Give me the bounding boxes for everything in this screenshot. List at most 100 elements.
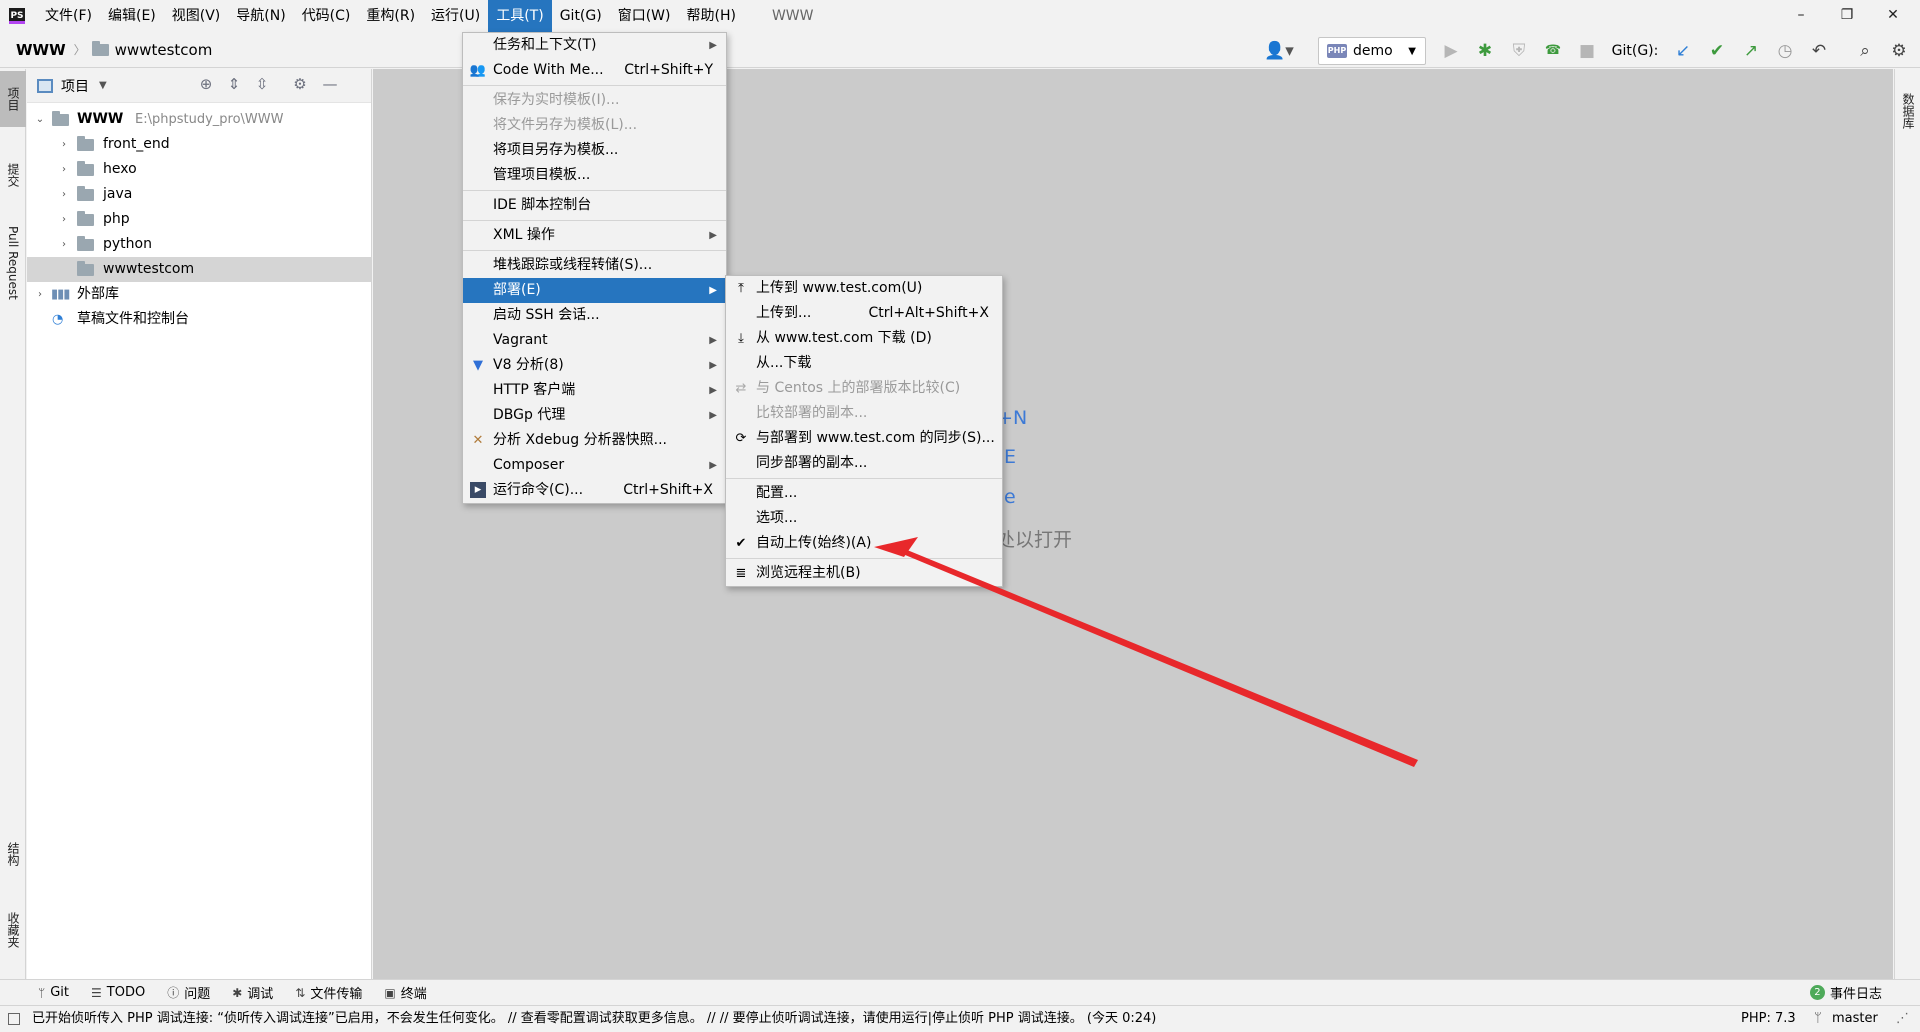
settings-gear-icon[interactable]: ⚙ — [1886, 38, 1912, 64]
tree-folder-row[interactable]: › php — [27, 207, 371, 232]
status-message[interactable]: 已开始侦听传入 PHP 调试连接: “侦听传入调试连接”已启用，不会发生任何变化… — [32, 1006, 1412, 1032]
chevron-right-icon[interactable]: › — [59, 132, 69, 157]
menu-item[interactable]: ≣ 浏览远程主机(B) — [726, 561, 1002, 586]
menu-item[interactable]: 从...下载 — [726, 351, 1002, 376]
menu-item[interactable]: Git(G) — [552, 0, 610, 32]
tab-pull-request[interactable]: Pull Request — [0, 213, 26, 313]
tool-window-button[interactable]: ⓘ 问题 — [167, 983, 210, 1002]
menu-item[interactable]: 重构(R) — [358, 0, 423, 32]
tool-window-button[interactable]: ✱ 调试 — [232, 983, 273, 1003]
menu-item[interactable]: 部署(E) ▶ — [463, 278, 726, 303]
menu-item[interactable]: ⟳ 与部署到 www.test.com 的同步(S)... — [726, 426, 1002, 451]
tree-external-libraries[interactable]: › ▮▮▮ 外部库 — [27, 282, 371, 307]
coverage-icon[interactable]: ⛨ — [1506, 38, 1532, 64]
menu-item[interactable]: 导航(N) — [228, 0, 293, 32]
menu-item[interactable]: XML 操作 ▶ — [463, 223, 726, 248]
tree-item-label: front_end — [103, 136, 170, 152]
tab-favorites[interactable]: 收藏夹 — [0, 899, 26, 961]
menu-item[interactable]: ▼ V8 分析(8) ▶ — [463, 353, 726, 378]
menu-item[interactable]: 代码(C) — [294, 0, 359, 32]
chevron-down-icon[interactable]: ▼ — [99, 80, 107, 91]
chevron-right-icon[interactable]: › — [59, 207, 69, 232]
menu-item[interactable]: 👥 Code With Me... Ctrl+Shift+Y — [463, 58, 726, 83]
editor-hint: e — [1004, 486, 1016, 508]
git-rollback-icon[interactable]: ↶ — [1806, 38, 1832, 64]
tab-structure[interactable]: 结构 — [0, 829, 26, 879]
chevron-right-icon[interactable]: › — [59, 232, 69, 257]
menu-item[interactable]: 文件(F) — [37, 0, 100, 32]
tree-folder-row[interactable]: › python — [27, 232, 371, 257]
hide-panel-icon[interactable]: — — [319, 75, 341, 93]
menu-item[interactable]: 运行(U) — [423, 0, 488, 32]
git-branch[interactable]: master — [1832, 1006, 1878, 1032]
menu-item[interactable]: 任务和上下文(T) ▶ — [463, 33, 726, 58]
stop-icon[interactable]: ■ — [1574, 38, 1600, 64]
user-profile-icon[interactable]: 👤▾ — [1262, 38, 1296, 64]
tree-folder-row[interactable]: › hexo — [27, 157, 371, 182]
search-icon[interactable]: ⌕ — [1852, 38, 1878, 64]
menu-item[interactable]: ▸ 运行命令(C)... Ctrl+Shift+X — [463, 478, 726, 503]
breadcrumb-root[interactable]: WWW — [16, 41, 66, 59]
menu-item[interactable]: 堆栈跟踪或线程转储(S)... — [463, 253, 726, 278]
menu-item[interactable]: 上传到... Ctrl+Alt+Shift+X — [726, 301, 1002, 326]
event-log-button[interactable]: 2 事件日志 — [1809, 983, 1882, 1002]
menu-item[interactable]: Vagrant ▶ — [463, 328, 726, 353]
menu-item[interactable]: 选项... — [726, 506, 1002, 531]
menu-item[interactable]: 工具(T) — [488, 0, 552, 32]
tab-project[interactable]: 项目 — [0, 71, 26, 127]
chevron-down-icon[interactable]: ⌄ — [35, 107, 45, 132]
git-update-icon[interactable]: ↙ — [1670, 38, 1696, 64]
chevron-right-icon[interactable]: › — [59, 157, 69, 182]
tool-window-button[interactable]: ☰ TODO — [91, 985, 145, 1000]
tool-window-button[interactable]: ᛘ Git — [38, 985, 69, 1000]
chevron-right-icon[interactable]: › — [35, 282, 45, 307]
tree-root-www[interactable]: ⌄ WWW E:\phpstudy_pro\WWW — [27, 107, 371, 132]
close-button[interactable]: ✕ — [1870, 0, 1916, 32]
chevron-right-icon[interactable]: › — [59, 182, 69, 207]
tab-database[interactable]: 数据库 — [1895, 79, 1920, 143]
menu-item[interactable]: ✕ 分析 Xdebug 分析器快照... — [463, 428, 726, 453]
tree-folder-row[interactable]: wwwtestcom — [27, 257, 371, 282]
git-push-icon[interactable]: ↗ — [1738, 38, 1764, 64]
tree-folder-row[interactable]: › front_end — [27, 132, 371, 157]
menu-item[interactable]: 编辑(E) — [100, 0, 164, 32]
menu-item[interactable]: 窗口(W) — [610, 0, 679, 32]
run-icon[interactable]: ▶ — [1438, 38, 1464, 64]
status-toggle-icon[interactable] — [8, 1013, 20, 1025]
tool-window-button[interactable]: ▣ 终端 — [384, 983, 426, 1003]
menu-item[interactable]: HTTP 客户端 ▶ — [463, 378, 726, 403]
menu-item[interactable]: Composer ▶ — [463, 453, 726, 478]
tab-commit[interactable]: 提交 — [0, 149, 26, 201]
git-commit-icon[interactable]: ✔ — [1704, 38, 1730, 64]
run-config-selector[interactable]: PHP demo ▼ — [1318, 37, 1426, 65]
right-tool-strip: 数据库 — [1894, 69, 1920, 979]
tree-folder-row[interactable]: › java — [27, 182, 371, 207]
project-panel-title[interactable]: 项目 — [61, 76, 89, 96]
menu-item[interactable]: 视图(V) — [164, 0, 229, 32]
php-version[interactable]: PHP: 7.3 — [1741, 1006, 1796, 1032]
expand-all-icon[interactable]: ⇕ — [223, 75, 245, 93]
locate-file-icon[interactable]: ⊕ — [195, 75, 217, 93]
restore-button[interactable]: ❐ — [1824, 0, 1870, 32]
menu-item[interactable]: 帮助(H) — [678, 0, 743, 32]
debug-bug-icon[interactable]: ✱ — [1472, 38, 1498, 64]
collapse-all-icon[interactable]: ⇳ — [251, 75, 273, 93]
breadcrumb-current[interactable]: wwwtestcom — [115, 41, 213, 59]
v8-icon: ▼ — [473, 358, 483, 373]
menu-item[interactable]: ⤒ 上传到 www.test.com(U) — [726, 276, 1002, 301]
menu-item[interactable]: ✔ 自动上传(始终)(A) — [726, 531, 1002, 556]
menu-item[interactable]: DBGp 代理 ▶ — [463, 403, 726, 428]
panel-settings-gear-icon[interactable]: ⚙ — [289, 75, 311, 93]
menu-item[interactable]: 将项目另存为模板... — [463, 138, 726, 163]
menu-item[interactable]: 同步部署的副本... — [726, 451, 1002, 476]
menu-item[interactable]: ⤓ 从 www.test.com 下载 (D) — [726, 326, 1002, 351]
menu-item[interactable]: 配置... — [726, 481, 1002, 506]
menu-item[interactable]: 启动 SSH 会话... — [463, 303, 726, 328]
tool-window-button[interactable]: ⇅ 文件传输 — [295, 983, 362, 1003]
tree-scratches[interactable]: ◔ 草稿文件和控制台 — [27, 307, 371, 332]
php-debug-listen-icon[interactable]: ☎ — [1540, 38, 1566, 64]
menu-item[interactable]: 管理项目模板... — [463, 163, 726, 188]
menu-item[interactable]: IDE 脚本控制台 — [463, 193, 726, 218]
minimize-button[interactable]: – — [1778, 0, 1824, 32]
git-history-icon[interactable]: ◷ — [1772, 38, 1798, 64]
